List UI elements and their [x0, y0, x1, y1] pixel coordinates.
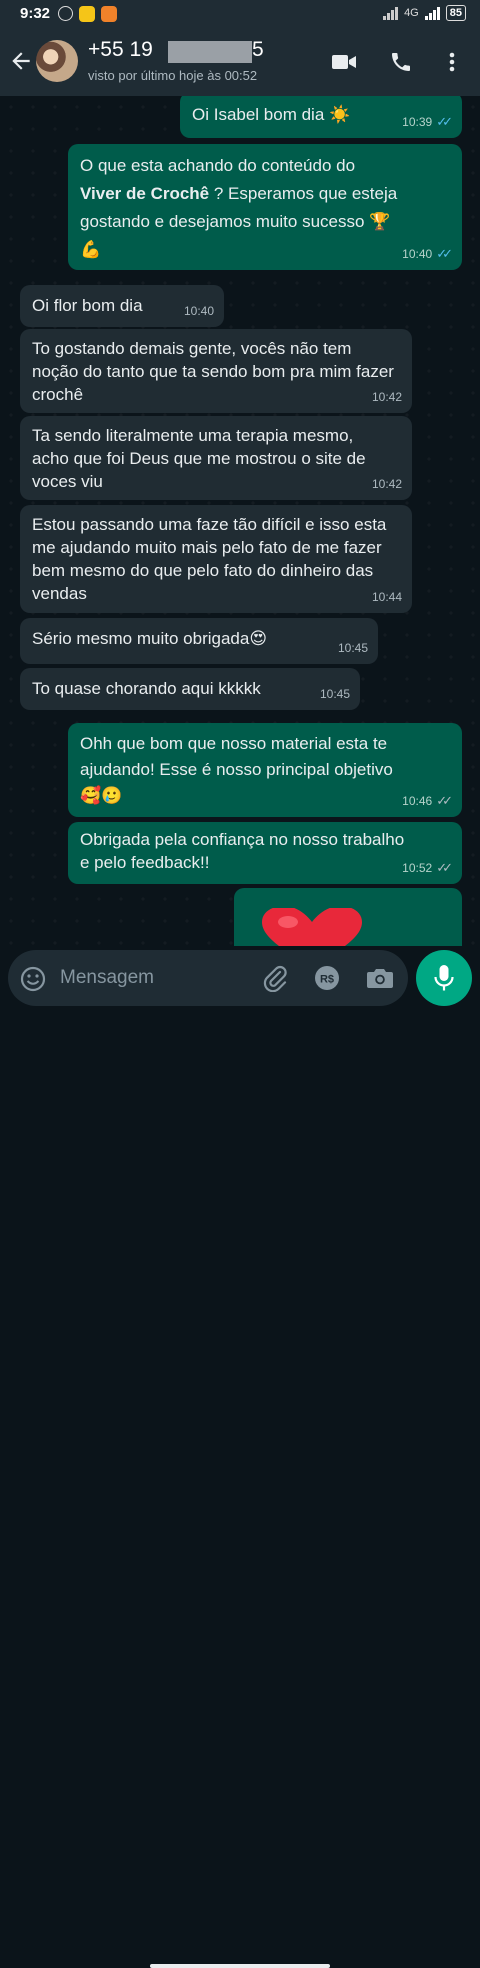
message-time: 10:42: [371, 477, 402, 491]
message-meta: 10:44: [372, 586, 402, 608]
delivered-ticks-icon: ✓✓: [436, 860, 453, 875]
chat-header: +55 19 5665 visto por último hoje às 00:…: [0, 28, 480, 96]
avatar[interactable]: [36, 40, 78, 82]
heart-icon: [262, 908, 362, 946]
battery-level: 85: [445, 5, 466, 21]
read-ticks-icon: ✓✓: [436, 246, 453, 261]
message-text: Ta sendo literalmente uma terapia mesmo,…: [32, 426, 371, 491]
app-notification-icon: [79, 6, 95, 22]
payment-icon[interactable]: R$: [314, 965, 340, 991]
message-time: 10:52: [402, 861, 433, 875]
signal-icon-2: [424, 6, 440, 20]
input-bar: Mensagem R$: [0, 946, 480, 1968]
phone-icon[interactable]: [389, 50, 413, 74]
message-text: Estou passando uma faze tão difícil e is…: [32, 515, 392, 603]
back-arrow-icon[interactable]: [8, 48, 34, 74]
read-ticks-icon: ✓✓: [436, 114, 453, 129]
signal-icon: [383, 6, 399, 20]
message-text: Oi Isabel bom dia ☀️: [192, 105, 351, 124]
message-meta: 10:45: [320, 683, 350, 705]
message-time: 10:42: [371, 390, 402, 404]
message-text: To quase chorando aqui kkkkk: [32, 679, 261, 698]
message-incoming[interactable]: To gostando demais gente, vocês não tem …: [20, 329, 412, 413]
camera-icon[interactable]: [366, 966, 394, 990]
message-time: 10:39: [402, 115, 433, 129]
message-meta: 10:42: [372, 473, 402, 495]
message-outgoing[interactable]: Ohh que bom que nosso material esta te a…: [68, 723, 462, 817]
message-incoming[interactable]: Ta sendo literalmente uma terapia mesmo,…: [20, 416, 412, 500]
status-time: 9:32: [20, 5, 51, 22]
chat-area[interactable]: Oi Isabel bom dia ☀️ 10:39 ✓✓ O que esta…: [0, 96, 480, 946]
more-options-icon[interactable]: [444, 50, 460, 74]
message-text: Sério mesmo muito obrigada😍: [32, 629, 268, 648]
message-incoming[interactable]: Sério mesmo muito obrigada😍 10:45: [20, 618, 378, 664]
redaction-block: [168, 41, 252, 63]
message-outgoing[interactable]: O que esta achando do conteúdo do Viver …: [68, 144, 462, 270]
message-text-part: O que esta achando do conteúdo do: [80, 156, 356, 175]
message-incoming[interactable]: To quase chorando aqui kkkkk 10:45: [20, 668, 360, 710]
app-notification-icon-2: [101, 6, 117, 22]
gesture-nav-bar: [150, 1964, 330, 1968]
message-time: 10:40: [402, 247, 433, 261]
message-text: Obrigada pela confiança no nosso trabalh…: [80, 830, 409, 872]
message-meta: 10:45: [338, 637, 368, 659]
message-time: 10:44: [371, 590, 402, 604]
status-bar: 9:32 4G 85: [0, 0, 480, 28]
mic-icon: [434, 965, 454, 991]
message-meta: 10:40 ✓✓: [402, 243, 453, 265]
notification-icons: [58, 6, 117, 22]
message-text: Oi flor bom dia: [32, 296, 143, 315]
message-incoming[interactable]: Oi flor bom dia 10:40: [20, 285, 224, 327]
message-meta: 10:39 ✓✓: [402, 111, 453, 133]
last-seen: visto por último hoje às 00:52: [88, 68, 258, 83]
mic-button[interactable]: [416, 950, 472, 1006]
emoji-icon[interactable]: [20, 966, 46, 992]
message-incoming[interactable]: Estou passando uma faze tão difícil e is…: [20, 505, 412, 613]
message-meta: 10:40: [184, 300, 214, 322]
message-outgoing-heart[interactable]: [234, 888, 462, 946]
message-meta: 10:42: [372, 386, 402, 408]
message-time: 10:45: [319, 687, 350, 701]
message-text: Ohh que bom que nosso material esta te a…: [80, 734, 393, 805]
message-text: To gostando demais gente, vocês não tem …: [32, 339, 399, 404]
video-call-icon[interactable]: [330, 50, 358, 74]
message-time: 10:45: [337, 641, 368, 655]
alarm-icon: [58, 6, 73, 21]
svg-text:R$: R$: [320, 974, 334, 986]
message-time: 10:46: [402, 794, 433, 808]
message-time: 10:40: [183, 304, 214, 318]
message-meta: 10:46 ✓✓: [402, 790, 453, 812]
brand-name: Viver de Crochê: [80, 184, 210, 203]
status-right: 4G 85: [383, 5, 466, 21]
message-placeholder: Mensagem: [60, 967, 154, 988]
network-type: 4G: [404, 7, 419, 19]
attach-icon[interactable]: [262, 964, 288, 992]
message-text: O que esta achando do conteúdo do Viver …: [80, 152, 450, 264]
message-outgoing[interactable]: Oi Isabel bom dia ☀️ 10:39 ✓✓: [180, 96, 462, 138]
message-meta: 10:52 ✓✓: [402, 857, 453, 879]
message-outgoing[interactable]: Obrigada pela confiança no nosso trabalh…: [68, 822, 462, 884]
delivered-ticks-icon: ✓✓: [436, 793, 453, 808]
message-input[interactable]: Mensagem R$: [8, 950, 408, 1006]
